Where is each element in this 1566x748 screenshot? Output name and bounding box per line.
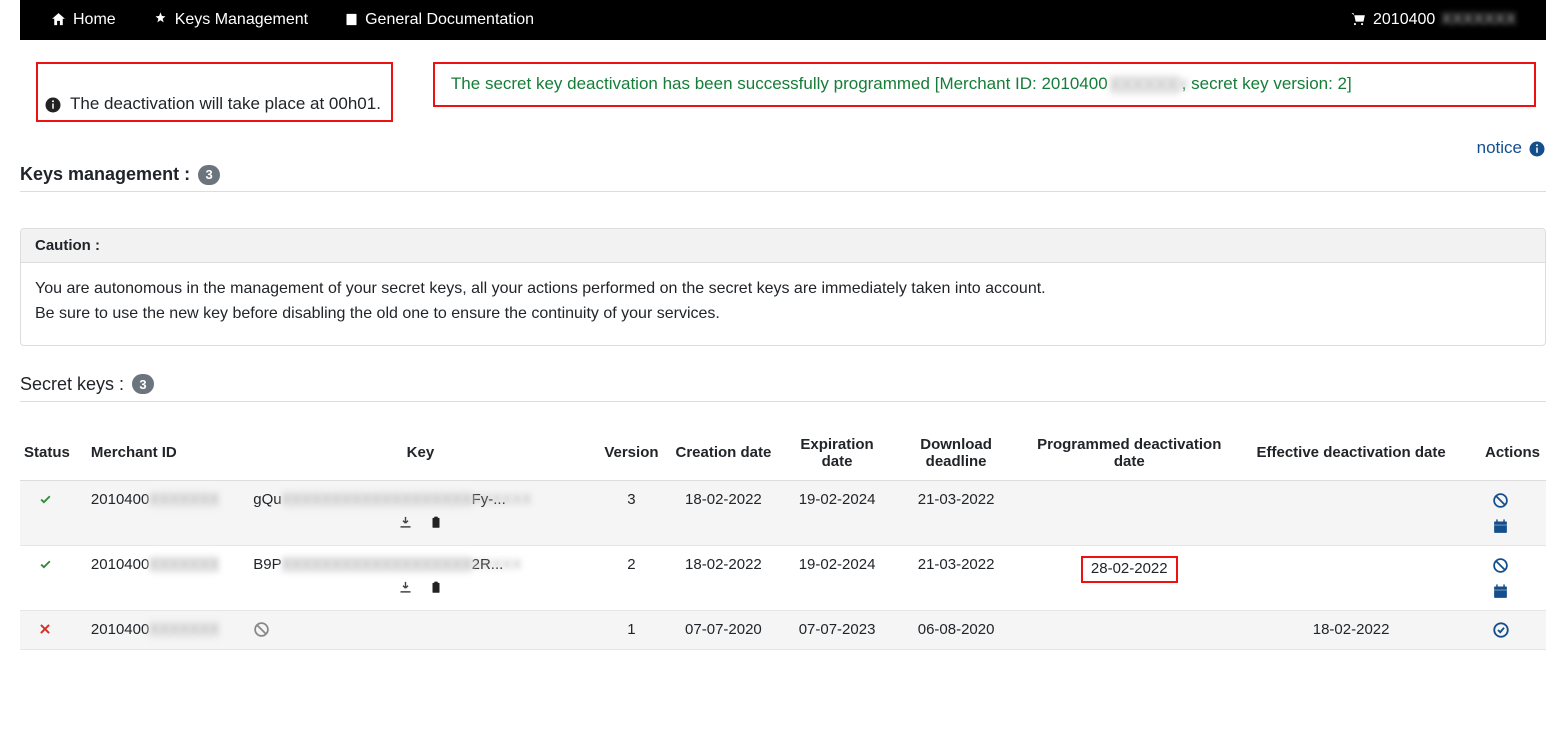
nav-home-label: Home xyxy=(73,11,116,29)
col-prog-deact: Programmed deactivation date xyxy=(1016,430,1243,481)
caution-l1: You are autonomous in the management of … xyxy=(35,277,1531,302)
action-confirm-button[interactable] xyxy=(1492,621,1510,640)
version-cell: 3 xyxy=(594,480,670,545)
success-bracket-post: , secret key version: 2] xyxy=(1182,74,1352,93)
navbar: Home Keys Management General Documentati… xyxy=(20,0,1546,40)
clipboard-icon[interactable] xyxy=(429,579,443,596)
success-msg: The secret key deactivation has been suc… xyxy=(435,64,1534,105)
success-msg-text: The secret key deactivation has been suc… xyxy=(451,74,935,93)
expiration-cell: 07-07-2023 xyxy=(778,610,897,650)
col-download: Download deadline xyxy=(897,430,1016,481)
prog-deact-highlight: 28-02-2022 xyxy=(1081,556,1178,583)
nav-keys-mgmt[interactable]: Keys Management xyxy=(152,11,308,29)
success-bracket-pre: [Merchant ID: 2010400 xyxy=(935,74,1108,93)
expiration-cell: 19-02-2024 xyxy=(778,545,897,610)
status-ok-icon xyxy=(38,491,53,508)
info-box-highlight: The deactivation will take place at 00h0… xyxy=(36,62,393,122)
nav-keys-mgmt-label: Keys Management xyxy=(175,11,308,29)
col-merchant: Merchant ID xyxy=(85,430,247,481)
action-deactivate-button[interactable] xyxy=(1492,491,1509,509)
success-merchant-blur: XXXXXXX xyxy=(1110,75,1180,95)
status-ok-icon xyxy=(38,556,53,573)
keys-mgmt-count: 3 xyxy=(198,165,220,185)
keys-mgmt-heading-text: Keys management : xyxy=(20,164,190,185)
merchant-id: 2010400 xyxy=(91,556,149,573)
home-icon xyxy=(50,11,67,29)
version-cell: 1 xyxy=(594,610,670,650)
merchant-id-blur: XXXXXXX xyxy=(149,621,219,638)
expiration-cell: 19-02-2024 xyxy=(778,480,897,545)
col-version: Version xyxy=(594,430,670,481)
merchant-id-blur: XXXXXXX xyxy=(149,491,219,508)
keys-mgmt-heading: Keys management : 3 xyxy=(20,164,1546,192)
doc-icon xyxy=(344,11,359,29)
nav-merchant[interactable]: 2010400 XXXXXXX xyxy=(1350,11,1516,29)
caution-panel: Caution : You are autonomous in the mana… xyxy=(20,228,1546,346)
info-icon xyxy=(1528,138,1546,158)
version-cell: 2 xyxy=(594,545,670,610)
col-eff-deact: Effective deactivation date xyxy=(1243,430,1459,481)
merchant-id: 2010400 xyxy=(91,621,149,638)
download-cell: 21-03-2022 xyxy=(897,480,1016,545)
eff-deact-cell xyxy=(1243,480,1459,545)
notice-row: notice xyxy=(20,138,1546,158)
info-icon xyxy=(44,94,62,114)
action-deactivate-button[interactable] xyxy=(1492,556,1509,574)
key-value: gQu xyxy=(253,491,281,508)
merchant-id-blur: XXXXXXX xyxy=(149,556,219,573)
messages-row: The deactivation will take place at 00h0… xyxy=(20,62,1546,122)
table-header: Status Merchant ID Key Version Creation … xyxy=(20,430,1546,481)
caution-head: Caution : xyxy=(21,229,1545,263)
nav-home[interactable]: Home xyxy=(50,11,116,29)
key-blur: XXXXXXXXXXXXXXXXXXXXXXXX xyxy=(282,556,472,573)
forbid-icon xyxy=(253,621,270,638)
status-x-icon xyxy=(38,621,52,638)
table-row: 2010400XXXXXXX B9PXXXXXXXXXXXXXXXXXXXXXXX… xyxy=(20,545,1546,610)
prog-deact-cell xyxy=(1016,610,1243,650)
secret-keys-count: 3 xyxy=(132,374,154,394)
col-creation: Creation date xyxy=(669,430,777,481)
col-expiration: Expiration date xyxy=(778,430,897,481)
nav-merchant-id: 2010400 xyxy=(1373,11,1435,29)
col-status: Status xyxy=(20,430,85,481)
eff-deact-cell xyxy=(1243,545,1459,610)
nav-left: Home Keys Management General Documentati… xyxy=(50,11,534,29)
caution-l2: Be sure to use the new key before disabl… xyxy=(35,302,1531,327)
table-body: 2010400XXXXXXXgQuXXXXXXXXXXXXXXXXXXXXXXX… xyxy=(20,480,1546,650)
table-row: 2010400XXXXXXX gQuXXXXXXXXXXXXXXXXXXXXXXX… xyxy=(20,480,1546,545)
eff-deact-cell: 18-02-2022 xyxy=(1243,610,1459,650)
col-key: Key xyxy=(247,430,593,481)
download-icon[interactable] xyxy=(398,579,413,596)
download-cell: 06-08-2020 xyxy=(897,610,1016,650)
cart-icon xyxy=(1350,11,1367,29)
table-row: 2010400XXXXXXX 107-07-202007-07-202306-08… xyxy=(20,610,1546,650)
nav-docs-label: General Documentation xyxy=(365,11,534,29)
caution-body: You are autonomous in the management of … xyxy=(21,263,1545,345)
merchant-id: 2010400 xyxy=(91,491,149,508)
info-msg-text: The deactivation will take place at 00h0… xyxy=(70,94,381,114)
prog-deact-cell xyxy=(1016,480,1243,545)
star-icon xyxy=(152,11,169,29)
clipboard-icon[interactable] xyxy=(429,514,443,531)
notice-link[interactable]: notice xyxy=(1477,138,1546,158)
success-box-highlight: The secret key deactivation has been suc… xyxy=(433,62,1536,107)
keys-table: Status Merchant ID Key Version Creation … xyxy=(20,430,1546,651)
nav-docs[interactable]: General Documentation xyxy=(344,11,534,29)
download-cell: 21-03-2022 xyxy=(897,545,1016,610)
creation-cell: 18-02-2022 xyxy=(669,480,777,545)
action-schedule-button[interactable] xyxy=(1492,582,1509,600)
notice-label: notice xyxy=(1477,138,1522,158)
creation-cell: 18-02-2022 xyxy=(669,545,777,610)
secret-keys-heading-text: Secret keys : xyxy=(20,374,124,395)
info-msg: The deactivation will take place at 00h0… xyxy=(38,88,391,120)
col-actions: Actions xyxy=(1459,430,1546,481)
key-value: B9P xyxy=(253,556,281,573)
secret-keys-heading: Secret keys : 3 xyxy=(20,374,1546,402)
download-icon[interactable] xyxy=(398,514,413,531)
nav-merchant-id-blur: XXXXXXX xyxy=(1441,11,1516,29)
action-schedule-button[interactable] xyxy=(1492,517,1509,535)
prog-deact-cell: 28-02-2022 xyxy=(1016,545,1243,610)
key-blur: XXXXXXXXXXXXXXXXXXXXXXXXX xyxy=(282,491,472,508)
creation-cell: 07-07-2020 xyxy=(669,610,777,650)
